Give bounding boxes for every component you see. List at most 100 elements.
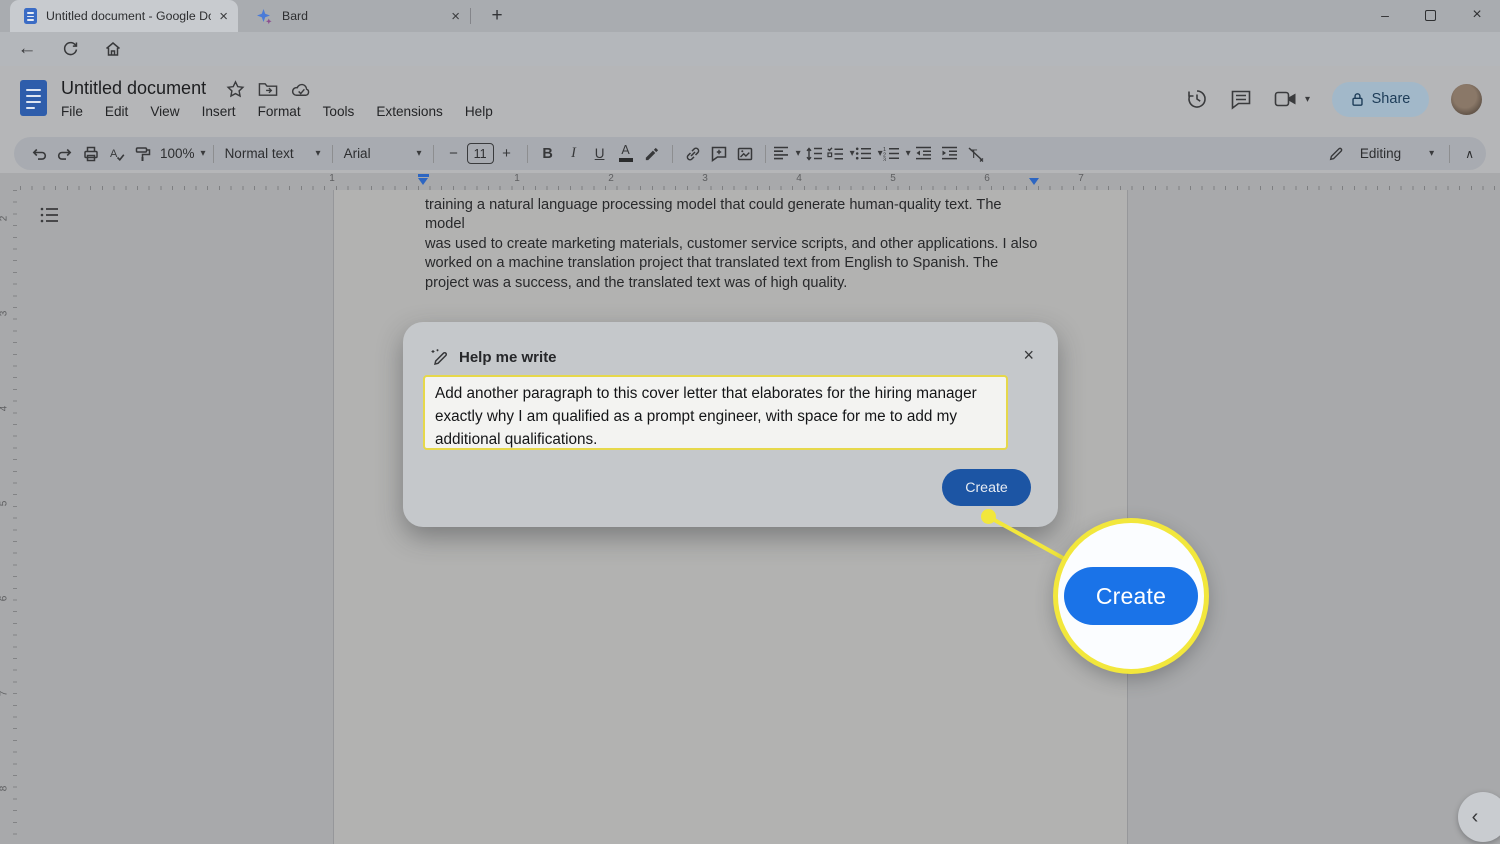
undo-icon[interactable] <box>26 141 52 167</box>
tab-close-icon[interactable]: × <box>451 8 460 25</box>
menu-format[interactable]: Format <box>258 104 301 119</box>
bold-icon[interactable]: B <box>535 141 561 167</box>
menu-extensions[interactable]: Extensions <box>376 104 443 119</box>
minimize-button[interactable]: – <box>1362 0 1408 32</box>
formatting-toolbar: A 100%▾ Normal text▾ Arial▾ − 11 + B I U… <box>14 137 1486 170</box>
ruler-number: 5 <box>890 173 896 184</box>
italic-icon[interactable]: I <box>561 141 587 167</box>
menu-edit[interactable]: Edit <box>105 104 128 119</box>
docs-header-actions: ▾ Share <box>1186 76 1482 122</box>
text-color-icon[interactable]: A <box>613 141 639 167</box>
first-line-indent-marker[interactable] <box>418 174 429 177</box>
menu-help[interactable]: Help <box>465 104 493 119</box>
version-history-icon[interactable] <box>1186 88 1208 110</box>
window-controls: – × <box>1362 0 1500 32</box>
chevron-down-icon: ▾ <box>316 148 321 159</box>
document-outline-icon[interactable] <box>40 206 60 226</box>
cloud-status-icon[interactable] <box>291 82 312 98</box>
spellcheck-icon[interactable]: A <box>104 141 130 167</box>
decrease-font-icon[interactable]: − <box>441 141 467 167</box>
ruler-number: 2 <box>608 173 614 184</box>
chevron-left-icon: ‹ <box>1472 806 1479 829</box>
callout-magnifier-circle: Create <box>1053 518 1209 674</box>
tab-title: Bard <box>282 9 443 23</box>
tab-close-icon[interactable]: × <box>219 8 228 25</box>
print-icon[interactable] <box>78 141 104 167</box>
add-comment-icon[interactable] <box>706 141 732 167</box>
highlight-icon[interactable] <box>639 141 665 167</box>
align-select[interactable]: ▾ <box>773 146 801 161</box>
back-icon[interactable]: ← <box>14 36 40 62</box>
bulleted-list-select[interactable]: ▾ <box>855 146 883 161</box>
increase-font-icon[interactable]: + <box>494 141 520 167</box>
decrease-indent-icon[interactable] <box>911 141 937 167</box>
ruler-number: 4 <box>796 173 802 184</box>
maximize-button[interactable] <box>1408 0 1454 32</box>
zoom-select[interactable]: 100%▾ <box>160 146 206 161</box>
svg-text:3: 3 <box>883 158 886 162</box>
svg-text:A: A <box>110 148 118 160</box>
font-size-input[interactable]: 11 <box>467 143 494 164</box>
google-docs-app-icon[interactable] <box>20 80 47 116</box>
screenshot-root: Untitled document - Google Doc × Bard × … <box>0 0 1500 844</box>
paragraph-line: worked on a machine translation project … <box>425 254 1045 273</box>
ruler-number: 4 <box>0 406 9 412</box>
browser-nav-bar: ← https://docs.google.com/document/d/1nN… <box>0 32 1500 66</box>
show-side-panel-button[interactable]: ‹ <box>1458 792 1500 842</box>
ruler-number: 7 <box>0 691 9 697</box>
document-paragraph[interactable]: training a natural language processing m… <box>425 196 1045 293</box>
menu-tools[interactable]: Tools <box>323 104 355 119</box>
paint-format-icon[interactable] <box>130 141 156 167</box>
hide-menus-icon[interactable]: ∧ <box>1465 147 1474 161</box>
left-indent-marker[interactable] <box>418 178 428 185</box>
increase-indent-icon[interactable] <box>937 141 963 167</box>
right-indent-marker[interactable] <box>1029 178 1039 185</box>
tab-bard[interactable]: Bard × <box>242 0 470 32</box>
insert-image-icon[interactable] <box>732 141 758 167</box>
move-folder-icon[interactable] <box>258 81 278 98</box>
chevron-down-icon: ▾ <box>1305 94 1310 105</box>
paragraph-line: project was a success, and the translate… <box>425 274 1045 293</box>
editing-mode-select[interactable]: Editing ▾ <box>1328 146 1434 162</box>
star-icon[interactable] <box>226 80 245 99</box>
insert-link-icon[interactable] <box>680 141 706 167</box>
prompt-textarea[interactable]: Add another paragraph to this cover lett… <box>423 375 1008 450</box>
font-select[interactable]: Arial▾ <box>340 146 426 161</box>
editing-mode-controls: Editing ▾ ∧ <box>1328 137 1474 170</box>
create-button[interactable]: Create <box>942 469 1031 506</box>
callout-anchor-dot <box>981 509 996 524</box>
tab-divider <box>470 8 471 24</box>
share-button[interactable]: Share <box>1332 82 1429 117</box>
browser-tab-strip: Untitled document - Google Doc × Bard × … <box>0 0 1500 32</box>
document-title[interactable]: Untitled document <box>61 78 206 99</box>
ruler-number: 7 <box>1078 173 1084 184</box>
account-avatar[interactable] <box>1451 84 1482 115</box>
new-tab-button[interactable]: + <box>483 2 511 30</box>
paragraph-style-select[interactable]: Normal text▾ <box>221 146 325 161</box>
clear-formatting-icon[interactable]: T <box>963 141 989 167</box>
chevron-down-icon: ▾ <box>1429 148 1434 159</box>
home-icon[interactable] <box>100 36 126 62</box>
tab-title: Untitled document - Google Doc <box>46 9 211 23</box>
prompt-line: exactly why I am qualified as a prompt e… <box>435 405 996 428</box>
refresh-icon[interactable] <box>57 36 83 62</box>
numbered-list-select[interactable]: 123▾ <box>883 146 911 161</box>
redo-icon[interactable] <box>52 141 78 167</box>
close-window-button[interactable]: × <box>1454 0 1500 32</box>
prompt-line: additional qualifications. <box>435 428 996 451</box>
menu-view[interactable]: View <box>150 104 179 119</box>
tab-google-docs[interactable]: Untitled document - Google Doc × <box>10 0 238 32</box>
pencil-icon <box>1328 146 1344 162</box>
vertical-ruler[interactable]: 2 3 4 5 6 7 8 <box>4 190 17 844</box>
help-me-write-dialog: Help me write × Add another paragraph to… <box>403 322 1058 527</box>
comments-icon[interactable] <box>1230 89 1252 110</box>
menu-file[interactable]: File <box>61 104 83 119</box>
video-camera-icon <box>1274 90 1298 108</box>
meet-button[interactable]: ▾ <box>1274 90 1310 108</box>
underline-icon[interactable]: U <box>587 141 613 167</box>
dialog-close-icon[interactable]: × <box>1023 345 1034 366</box>
checklist-select[interactable]: ▾ <box>827 146 855 161</box>
line-spacing-icon[interactable] <box>801 141 827 167</box>
horizontal-ruler[interactable]: 1 1 2 3 4 5 6 7 <box>20 173 1500 190</box>
menu-insert[interactable]: Insert <box>202 104 236 119</box>
